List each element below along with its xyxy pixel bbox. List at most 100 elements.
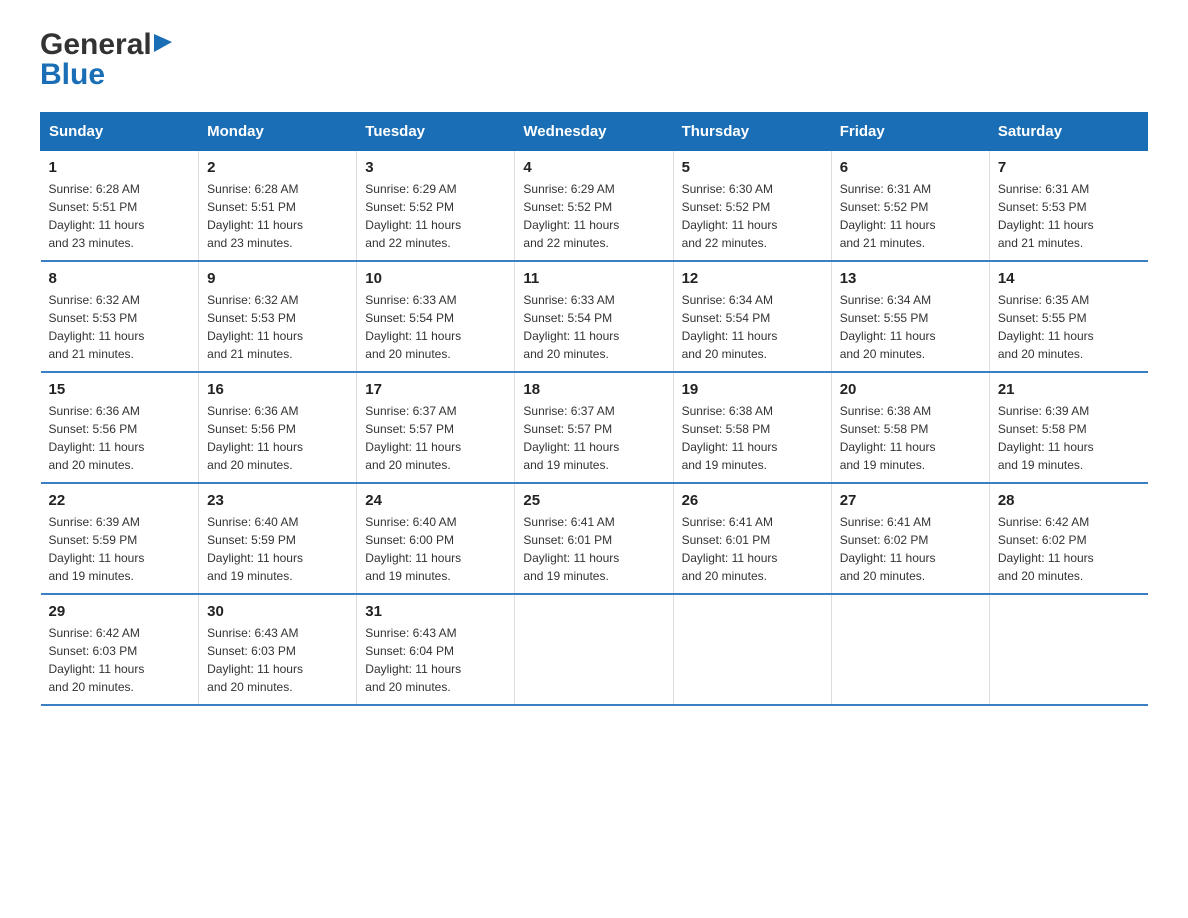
- day-info: Sunrise: 6:40 AMSunset: 6:00 PMDaylight:…: [365, 513, 506, 585]
- day-cell: 19 Sunrise: 6:38 AMSunset: 5:58 PMDaylig…: [673, 372, 831, 483]
- day-info: Sunrise: 6:41 AMSunset: 6:01 PMDaylight:…: [523, 513, 664, 585]
- week-row-2: 8 Sunrise: 6:32 AMSunset: 5:53 PMDayligh…: [41, 261, 1148, 372]
- day-info: Sunrise: 6:39 AMSunset: 5:58 PMDaylight:…: [998, 402, 1140, 474]
- day-info: Sunrise: 6:42 AMSunset: 6:02 PMDaylight:…: [998, 513, 1140, 585]
- day-cell: 12 Sunrise: 6:34 AMSunset: 5:54 PMDaylig…: [673, 261, 831, 372]
- day-number: 13: [840, 270, 981, 287]
- day-number: 23: [207, 492, 348, 509]
- day-cell: 11 Sunrise: 6:33 AMSunset: 5:54 PMDaylig…: [515, 261, 673, 372]
- day-number: 7: [998, 159, 1140, 176]
- day-number: 28: [998, 492, 1140, 509]
- day-info: Sunrise: 6:33 AMSunset: 5:54 PMDaylight:…: [523, 291, 664, 363]
- day-cell: 30 Sunrise: 6:43 AMSunset: 6:03 PMDaylig…: [199, 594, 357, 705]
- day-info: Sunrise: 6:29 AMSunset: 5:52 PMDaylight:…: [523, 180, 664, 252]
- day-cell: 3 Sunrise: 6:29 AMSunset: 5:52 PMDayligh…: [357, 151, 515, 262]
- day-info: Sunrise: 6:33 AMSunset: 5:54 PMDaylight:…: [365, 291, 506, 363]
- day-cell: 28 Sunrise: 6:42 AMSunset: 6:02 PMDaylig…: [989, 483, 1147, 594]
- day-cell: [831, 594, 989, 705]
- day-number: 18: [523, 381, 664, 398]
- day-info: Sunrise: 6:32 AMSunset: 5:53 PMDaylight:…: [207, 291, 348, 363]
- day-cell: 24 Sunrise: 6:40 AMSunset: 6:00 PMDaylig…: [357, 483, 515, 594]
- day-cell: 5 Sunrise: 6:30 AMSunset: 5:52 PMDayligh…: [673, 151, 831, 262]
- day-info: Sunrise: 6:28 AMSunset: 5:51 PMDaylight:…: [207, 180, 348, 252]
- day-number: 25: [523, 492, 664, 509]
- day-cell: [515, 594, 673, 705]
- day-number: 12: [682, 270, 823, 287]
- day-info: Sunrise: 6:32 AMSunset: 5:53 PMDaylight:…: [49, 291, 191, 363]
- day-info: Sunrise: 6:38 AMSunset: 5:58 PMDaylight:…: [682, 402, 823, 474]
- header-row: SundayMondayTuesdayWednesdayThursdayFrid…: [41, 113, 1148, 151]
- day-number: 5: [682, 159, 823, 176]
- day-number: 30: [207, 603, 348, 620]
- day-cell: 7 Sunrise: 6:31 AMSunset: 5:53 PMDayligh…: [989, 151, 1147, 262]
- calendar-body: 1 Sunrise: 6:28 AMSunset: 5:51 PMDayligh…: [41, 151, 1148, 706]
- day-number: 31: [365, 603, 506, 620]
- day-number: 9: [207, 270, 348, 287]
- header-wednesday: Wednesday: [515, 113, 673, 151]
- day-info: Sunrise: 6:37 AMSunset: 5:57 PMDaylight:…: [365, 402, 506, 474]
- day-number: 11: [523, 270, 664, 287]
- day-cell: 9 Sunrise: 6:32 AMSunset: 5:53 PMDayligh…: [199, 261, 357, 372]
- day-number: 20: [840, 381, 981, 398]
- day-number: 22: [49, 492, 191, 509]
- day-info: Sunrise: 6:37 AMSunset: 5:57 PMDaylight:…: [523, 402, 664, 474]
- day-number: 1: [49, 159, 191, 176]
- day-cell: 14 Sunrise: 6:35 AMSunset: 5:55 PMDaylig…: [989, 261, 1147, 372]
- day-info: Sunrise: 6:39 AMSunset: 5:59 PMDaylight:…: [49, 513, 191, 585]
- day-cell: 13 Sunrise: 6:34 AMSunset: 5:55 PMDaylig…: [831, 261, 989, 372]
- day-cell: 21 Sunrise: 6:39 AMSunset: 5:58 PMDaylig…: [989, 372, 1147, 483]
- day-cell: [989, 594, 1147, 705]
- day-number: 15: [49, 381, 191, 398]
- day-cell: 22 Sunrise: 6:39 AMSunset: 5:59 PMDaylig…: [41, 483, 199, 594]
- day-number: 3: [365, 159, 506, 176]
- day-number: 8: [49, 270, 191, 287]
- day-info: Sunrise: 6:31 AMSunset: 5:53 PMDaylight:…: [998, 180, 1140, 252]
- day-info: Sunrise: 6:42 AMSunset: 6:03 PMDaylight:…: [49, 624, 191, 696]
- week-row-1: 1 Sunrise: 6:28 AMSunset: 5:51 PMDayligh…: [41, 151, 1148, 262]
- day-cell: 1 Sunrise: 6:28 AMSunset: 5:51 PMDayligh…: [41, 151, 199, 262]
- day-cell: 18 Sunrise: 6:37 AMSunset: 5:57 PMDaylig…: [515, 372, 673, 483]
- week-row-3: 15 Sunrise: 6:36 AMSunset: 5:56 PMDaylig…: [41, 372, 1148, 483]
- day-info: Sunrise: 6:34 AMSunset: 5:55 PMDaylight:…: [840, 291, 981, 363]
- day-cell: 26 Sunrise: 6:41 AMSunset: 6:01 PMDaylig…: [673, 483, 831, 594]
- day-cell: 31 Sunrise: 6:43 AMSunset: 6:04 PMDaylig…: [357, 594, 515, 705]
- day-info: Sunrise: 6:35 AMSunset: 5:55 PMDaylight:…: [998, 291, 1140, 363]
- week-row-4: 22 Sunrise: 6:39 AMSunset: 5:59 PMDaylig…: [41, 483, 1148, 594]
- logo: General Blue: [40, 30, 172, 92]
- day-cell: 8 Sunrise: 6:32 AMSunset: 5:53 PMDayligh…: [41, 261, 199, 372]
- day-number: 10: [365, 270, 506, 287]
- day-cell: 6 Sunrise: 6:31 AMSunset: 5:52 PMDayligh…: [831, 151, 989, 262]
- day-number: 24: [365, 492, 506, 509]
- day-cell: 20 Sunrise: 6:38 AMSunset: 5:58 PMDaylig…: [831, 372, 989, 483]
- day-info: Sunrise: 6:43 AMSunset: 6:04 PMDaylight:…: [365, 624, 506, 696]
- header-friday: Friday: [831, 113, 989, 151]
- day-number: 27: [840, 492, 981, 509]
- day-info: Sunrise: 6:29 AMSunset: 5:52 PMDaylight:…: [365, 180, 506, 252]
- day-number: 4: [523, 159, 664, 176]
- day-cell: 29 Sunrise: 6:42 AMSunset: 6:03 PMDaylig…: [41, 594, 199, 705]
- day-cell: 17 Sunrise: 6:37 AMSunset: 5:57 PMDaylig…: [357, 372, 515, 483]
- day-number: 29: [49, 603, 191, 620]
- header-monday: Monday: [199, 113, 357, 151]
- day-number: 16: [207, 381, 348, 398]
- day-info: Sunrise: 6:41 AMSunset: 6:01 PMDaylight:…: [682, 513, 823, 585]
- day-info: Sunrise: 6:36 AMSunset: 5:56 PMDaylight:…: [49, 402, 191, 474]
- day-cell: 23 Sunrise: 6:40 AMSunset: 5:59 PMDaylig…: [199, 483, 357, 594]
- day-info: Sunrise: 6:36 AMSunset: 5:56 PMDaylight:…: [207, 402, 348, 474]
- day-info: Sunrise: 6:43 AMSunset: 6:03 PMDaylight:…: [207, 624, 348, 696]
- day-cell: 16 Sunrise: 6:36 AMSunset: 5:56 PMDaylig…: [199, 372, 357, 483]
- header-sunday: Sunday: [41, 113, 199, 151]
- day-info: Sunrise: 6:28 AMSunset: 5:51 PMDaylight:…: [49, 180, 191, 252]
- day-number: 19: [682, 381, 823, 398]
- page-header: General Blue: [40, 30, 1148, 92]
- header-tuesday: Tuesday: [357, 113, 515, 151]
- day-cell: [673, 594, 831, 705]
- header-saturday: Saturday: [989, 113, 1147, 151]
- day-cell: 27 Sunrise: 6:41 AMSunset: 6:02 PMDaylig…: [831, 483, 989, 594]
- logo-general: General: [40, 30, 152, 60]
- header-thursday: Thursday: [673, 113, 831, 151]
- day-info: Sunrise: 6:31 AMSunset: 5:52 PMDaylight:…: [840, 180, 981, 252]
- day-cell: 10 Sunrise: 6:33 AMSunset: 5:54 PMDaylig…: [357, 261, 515, 372]
- day-number: 17: [365, 381, 506, 398]
- day-cell: 2 Sunrise: 6:28 AMSunset: 5:51 PMDayligh…: [199, 151, 357, 262]
